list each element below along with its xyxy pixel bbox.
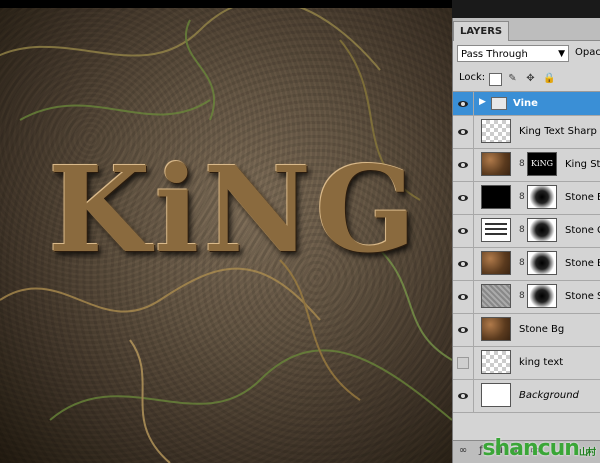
visibility-toggle[interactable] (453, 281, 474, 313)
layer-list: ▶ Vine King Text Sharp 8 KiNG King Sto 8… (453, 92, 600, 413)
layer-name: Stone E (565, 192, 600, 203)
link-layers-icon[interactable]: ∞ (457, 445, 469, 457)
layer-row-king-text-sharp[interactable]: King Text Sharp (453, 116, 600, 149)
folder-icon (491, 97, 507, 110)
eye-icon (458, 162, 468, 168)
eye-icon (458, 261, 468, 267)
chain-link-icon: 8 (519, 258, 525, 268)
layer-mask-thumbnail (527, 185, 557, 209)
layers-panel: LAYERS Pass Through ▼ Opaci Lock: ✎ ✥ 🔒 … (452, 18, 600, 463)
chevron-down-icon: ▼ (558, 49, 565, 59)
visibility-toggle[interactable] (453, 380, 474, 412)
layer-name: King Sto (565, 159, 600, 170)
tab-layers[interactable]: LAYERS (453, 21, 510, 41)
visibility-toggle[interactable] (453, 92, 474, 115)
layer-row-king-stone[interactable]: 8 KiNG King Sto (453, 149, 600, 182)
layer-thumbnail (481, 383, 511, 407)
layer-row-background[interactable]: Background (453, 380, 600, 413)
panel-top-bar (452, 0, 600, 18)
layer-row-vine[interactable]: ▶ Vine (453, 92, 600, 116)
chain-link-icon: 8 (519, 225, 525, 235)
layer-thumbnail (481, 251, 511, 275)
blend-mode-select[interactable]: Pass Through ▼ (457, 45, 569, 62)
layer-name: Vine (513, 98, 538, 109)
lock-row: Lock: ✎ ✥ 🔒 (453, 67, 600, 92)
layer-thumbnail (481, 185, 511, 209)
levels-icon (485, 223, 507, 237)
layer-name: Background (519, 390, 579, 401)
visibility-toggle[interactable] (453, 215, 474, 247)
layer-name: King Text Sharp (519, 126, 597, 137)
eye-icon (458, 129, 468, 135)
eye-icon (458, 294, 468, 300)
layer-row-stone-s[interactable]: 8 Stone S (453, 281, 600, 314)
layer-row-stone-c[interactable]: 8 Stone C (453, 215, 600, 248)
eye-icon (458, 195, 468, 201)
chain-link-icon: 8 (519, 291, 525, 301)
brush-icon[interactable]: ✎ (507, 73, 518, 84)
layer-thumbnail (481, 119, 511, 143)
chain-link-icon: 8 (519, 159, 525, 169)
watermark-text: shancun (482, 436, 580, 461)
visibility-toggle[interactable] (453, 347, 474, 379)
hidden-eye-icon (457, 357, 469, 369)
mask-text: KiNG (531, 159, 553, 168)
layer-thumbnail (481, 152, 511, 176)
layer-name: Stone S (565, 291, 600, 302)
opacity-label: Opaci (575, 47, 600, 58)
adjustment-thumbnail (481, 218, 511, 242)
layer-mask-thumbnail (527, 284, 557, 308)
layer-mask-thumbnail (527, 218, 557, 242)
layer-mask-thumbnail: KiNG (527, 152, 557, 176)
layer-thumbnail (481, 350, 511, 374)
move-icon[interactable]: ✥ (525, 73, 536, 84)
visibility-toggle[interactable] (453, 182, 474, 214)
visibility-toggle[interactable] (453, 149, 474, 181)
panel-header: LAYERS (453, 18, 600, 41)
layer-row-stone-b[interactable]: 8 Stone B (453, 248, 600, 281)
layer-name: Stone B (565, 258, 600, 269)
blend-mode-value: Pass Through (461, 49, 528, 60)
lock-icon[interactable]: 🔒 (543, 73, 555, 84)
eye-icon (458, 100, 468, 107)
chain-link-icon: 8 (519, 192, 525, 202)
eye-icon (458, 228, 468, 234)
canvas-top-strip (0, 0, 452, 8)
visibility-toggle[interactable] (453, 116, 474, 148)
visibility-toggle[interactable] (453, 248, 474, 280)
blend-row: Pass Through ▼ Opaci (453, 41, 600, 67)
watermark-subtext: 山村 (578, 448, 596, 458)
eye-icon (458, 393, 468, 399)
lock-transparency-icon[interactable] (489, 73, 502, 86)
layer-thumbnail (481, 317, 511, 341)
watermark-logo: shancun山村 (482, 436, 596, 461)
layer-row-stone-e[interactable]: 8 Stone E (453, 182, 600, 215)
layer-name: Stone C (565, 225, 600, 236)
layer-row-stone-bg[interactable]: Stone Bg (453, 314, 600, 347)
layer-thumbnail (481, 284, 511, 308)
lock-label: Lock: (459, 72, 486, 83)
king-title-artwork: KiNG (48, 140, 421, 279)
layer-name: king text (519, 357, 564, 368)
eye-icon (458, 327, 468, 333)
document-canvas[interactable]: KiNG (0, 0, 452, 463)
layer-mask-thumbnail (527, 251, 557, 275)
layer-row-king-text[interactable]: king text (453, 347, 600, 380)
layer-name: Stone Bg (519, 324, 565, 335)
visibility-toggle[interactable] (453, 314, 474, 346)
expand-triangle-icon[interactable]: ▶ (479, 97, 486, 107)
